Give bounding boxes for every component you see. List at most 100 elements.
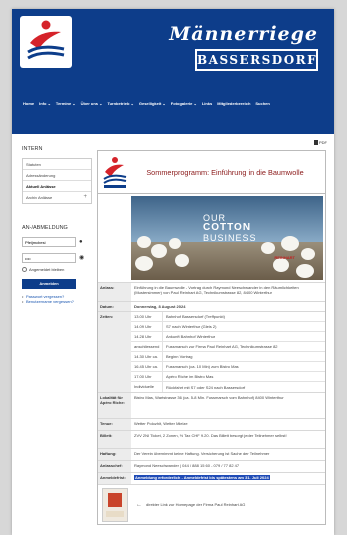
sidebar-item-aktuell-anlaesse[interactable]: Aktuell Anlässe [23,181,91,192]
row-tenue: Tenue: Wetter Polozhit, Wetter Mielze [98,418,325,430]
pdf-label: PDF [319,140,327,145]
nav-termine[interactable]: Termine ⌄ [56,101,76,106]
hero-text: OUR COTTON BUSINESS [203,213,257,243]
zeiten-label: Zeiten: [98,312,131,392]
schedule-desc: Rückfahrt mit S7 oder S24 nach Bassersdo… [166,384,246,390]
thumbnail-bar [106,510,124,517]
company-thumbnail[interactable] [102,487,128,522]
cotton-boll [296,264,314,278]
remember-label: Angemeldet bleiben [29,267,65,272]
event-logo [98,152,131,193]
login-button[interactable]: Anmelden [22,278,76,289]
cotton-boll [281,236,299,251]
username-row: ● [22,237,92,247]
row-haftung: Haftung: Der Verein übernimmt keine Haft… [98,448,325,460]
sidebar: INTERN Statuten Adressänderung Aktuell A… [22,146,92,304]
datum-value: Donnerstag, 8 August 2024 [134,304,186,309]
schedule-time: 14.28 Uhr [131,332,163,341]
main-nav: Home Info ⌄ Termine ⌄ Über uns ⌄ Turnbet… [12,92,334,114]
username-input[interactable] [22,237,76,247]
logo-icon [27,20,65,60]
nav-home[interactable]: Home [23,101,34,106]
schedule-row: 14.09 Uhr S7 nach Winterthur (Gleis 2) [131,322,325,332]
cotton-boll [261,242,275,254]
schedule-time: 13.00 Uhr [131,312,163,321]
password-input[interactable] [22,253,76,263]
tenue-label: Tenue: [98,419,131,430]
schedule-table: 13.00 Uhr Bahnhof Bassersdorf (Treffpunkt… [131,312,325,392]
remember-row: Angemeldet bleiben [22,267,92,272]
login-heading: AN-/ABMELDUNG [22,225,68,231]
lokal-label: Lokalität für Apéro Riche: [98,393,131,418]
thumbnail-mark [108,492,122,507]
club-logo[interactable] [20,16,72,68]
nav-info[interactable]: Info ⌄ [39,101,51,106]
site-header: Männerriege BASSERSDORF Home Info ⌄ Term… [12,9,334,134]
anmeldefrist-highlight: Anmeldung erforderlich - Anmeldefrist bi… [134,475,270,480]
cotton-boll [137,236,151,248]
anmeldefrist-value: Anmeldung erforderlich - Anmeldefrist bi… [131,473,325,484]
schedule-desc: Fussmarsch zur Firma Paul Reinhart AG, T… [166,344,278,349]
row-anmeldefrist: Anmeldefrist: Anmeldung erforderlich - A… [98,472,325,484]
row-anlass: Anlass: Einführung in die Baumwolle - Vo… [98,282,325,301]
row-anlasschef: Anlasschef: Raymond Neeschwander | 044 /… [98,460,325,472]
schedule-time: 17.00 Uhr [131,372,163,381]
sidebar-item-label: Archiv Anlässe [26,195,53,200]
remember-checkbox[interactable] [22,267,27,272]
anlass-value: Einführung in die Baumwolle - Vortrag du… [134,285,299,295]
cotton-boll [175,254,189,267]
nav-ueber-uns[interactable]: Über uns ⌄ [81,101,103,106]
forgot-username-link[interactable]: Benutzername vergessen? [22,299,92,304]
hero-image: OUR COTTON BUSINESS REINHART [131,196,323,280]
schedule-desc: Beginn Vortrag [166,354,193,359]
row-lokalitaet: Lokalität für Apéro Riche: Bistro Mas, W… [98,392,325,418]
sidebar-item-statuten[interactable]: Statuten [23,159,91,170]
hero-line-3: BUSINESS [203,232,257,243]
user-icon: ● [79,239,83,245]
row-zeiten: Zeiten: 13.00 Uhr Bahnhof Bassersdorf (Tr… [98,311,325,392]
row-billett: Billett: ZVV 2NI Ticket, 2 Zonen, ½ Tax … [98,430,325,448]
pdf-button[interactable]: PDF [314,140,327,145]
schedule-desc: Bahnhof Bassersdorf (Treffpunkt) [166,314,225,319]
schedule-row: 17.00 Uhr Apéro Riche im Bistro Mas [131,372,325,382]
nav-fotogalerie[interactable]: Fotogalerie ⌄ [171,101,197,106]
schedule-time: 16.45 Uhr ca. [131,362,163,371]
row-datum: Datum: Donnerstag, 8 August 2024 [98,301,325,311]
nav-mitgliederbereich[interactable]: Mitgliederbereich [217,101,250,106]
company-link-text[interactable]: direkter Link zur Homepage der Firma Pau… [146,502,245,507]
schedule-row: 14.30 Uhr ca. Beginn Vortrag [131,352,325,362]
billett-value: ZVV 2NI Ticket, 2 Zonen, ½ Tax CHF 9.20.… [134,433,287,438]
sidebar-item-archiv-anlaesse[interactable]: Archiv Anlässe + [23,192,91,203]
schedule-desc: S7 nach Winterthur (Gleis 2) [166,324,217,329]
nav-suchen[interactable]: Suchen [255,101,269,106]
nav-turnbetrieb[interactable]: Turnbetrieb ⌄ [107,101,133,106]
password-row: ◉ [22,253,92,263]
anlasschef-label: Anlasschef: [98,461,131,472]
anlass-label: Anlass: [98,283,131,301]
eye-icon[interactable]: ◉ [79,255,85,261]
cotton-boll [151,244,167,258]
event-header: Sommerprogramm: Einführung in die Baumwo… [98,151,325,194]
cotton-boll [273,258,289,272]
sidebar-item-adressaenderung[interactable]: Adressänderung [23,170,91,181]
nav-links[interactable]: Links [202,101,212,106]
cotton-boll [169,238,181,249]
pdf-icon [314,140,318,145]
lokal-value: Bistro Mas, Wartstrasse 36 (ca. 5-8 Min.… [134,395,284,400]
expand-icon[interactable]: + [83,192,87,203]
schedule-time: anschliessend [131,342,163,351]
schedule-desc: Ankunft Bahnhof Winterthur [166,334,216,339]
nav-geselligkeit[interactable]: Geselligkeit ⌄ [139,101,166,106]
anmeldefrist-label: Anmeldefrist: [98,473,131,484]
anlasschef-value: Raymond Neeschwander | 044 / 888 15 60 -… [134,463,240,468]
schedule-time: 14.30 Uhr ca. [131,352,163,361]
sidebar-menu: Statuten Adressänderung Aktuell Anlässe … [22,158,92,204]
schedule-row: 16.45 Uhr ca. Fussmarsch (ca. 10 Min) zum… [131,362,325,372]
brand-title: Männerriege [169,23,318,45]
schedule-time: Individuelle [131,382,163,392]
hero-brand: REINHART [274,255,295,260]
tenue-value: Wetter Polozhit, Wetter Mielze [134,421,188,426]
schedule-desc: Apéro Riche im Bistro Mas [166,374,214,379]
company-link-row: ← direkter Link zur Homepage der Firma P… [98,484,325,524]
schedule-desc: Fussmarsch (ca. 10 Min) zum Bistro Mas [166,364,239,369]
